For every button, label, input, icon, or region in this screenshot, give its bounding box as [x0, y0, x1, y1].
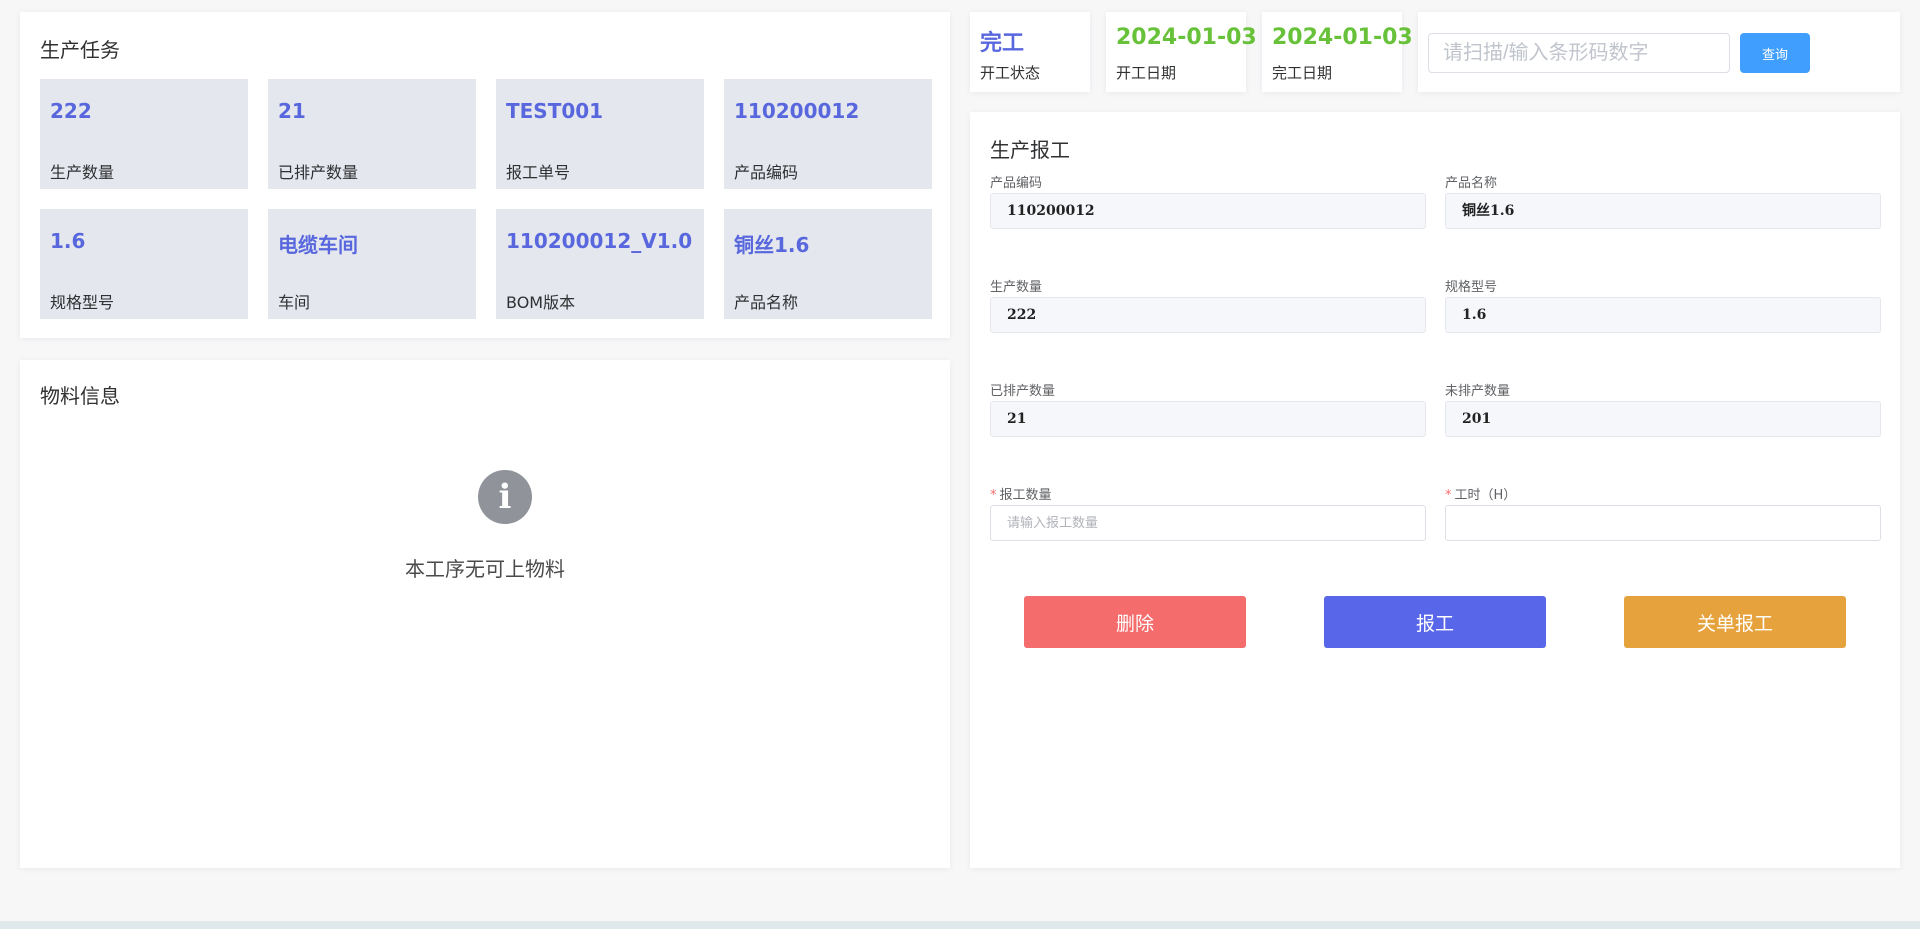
report-button[interactable]: 报工	[1324, 596, 1546, 648]
bottom-strip	[0, 921, 1920, 929]
task-card-product-name: 铜丝1.6 产品名称	[724, 209, 932, 319]
task-panel-title: 生产任务	[40, 38, 120, 62]
required-mark: *	[990, 488, 997, 503]
task-card-label: 规格型号	[50, 293, 115, 312]
empty-state-text: 本工序无可上物料	[405, 557, 565, 581]
work-hours-label-text: 工时（H）	[1454, 488, 1517, 503]
end-date-label: 完工日期	[1272, 64, 1333, 82]
delete-button[interactable]: 删除	[1024, 596, 1246, 648]
task-card-label: 产品编码	[734, 163, 799, 182]
work-status-label: 开工状态	[980, 64, 1041, 82]
end-date-value: 2024-01-03	[1272, 25, 1413, 50]
material-panel-title: 物料信息	[40, 384, 120, 408]
task-card-report-number: TEST001 报工单号	[496, 79, 704, 189]
task-card-value: 电缆车间	[278, 233, 358, 257]
task-card-workshop: 电缆车间 车间	[268, 209, 476, 319]
required-mark: *	[1445, 488, 1452, 503]
task-card-spec: 1.6 规格型号	[40, 209, 248, 319]
task-card-grid: 222 生产数量 21 已排产数量 TEST001 报工单号 110200012…	[40, 79, 932, 319]
start-date-card: 2024-01-03 开工日期	[1106, 12, 1257, 92]
start-date-label: 开工日期	[1116, 64, 1177, 82]
work-status-card: 完工 开工状态	[970, 12, 1090, 92]
task-card-label: 产品名称	[734, 293, 799, 312]
task-card-value: TEST001	[506, 99, 604, 123]
work-hours-input[interactable]	[1445, 505, 1881, 541]
production-quantity-label: 生产数量	[990, 280, 1043, 295]
barcode-search-panel: 查询	[1418, 12, 1900, 92]
task-card-label: BOM版本	[506, 293, 576, 312]
task-card-value: 222	[50, 99, 92, 123]
start-date-value: 2024-01-03	[1116, 25, 1257, 50]
task-card-product-code: 110200012 产品编码	[724, 79, 932, 189]
scheduled-quantity-field: 21	[990, 401, 1426, 437]
product-name-field: 铜丝1.6	[1445, 193, 1881, 229]
task-card-value: 铜丝1.6	[734, 233, 810, 257]
report-quantity-label-text: 报工数量	[999, 488, 1052, 503]
end-date-card: 2024-01-03 完工日期	[1262, 12, 1413, 92]
task-card-scheduled: 21 已排产数量	[268, 79, 476, 189]
material-info-panel: 物料信息 i 本工序无可上物料	[20, 360, 950, 868]
task-card-label: 报工单号	[506, 163, 571, 182]
task-card-quantity: 222 生产数量	[40, 79, 248, 189]
report-panel-title: 生产报工	[990, 138, 1070, 162]
work-hours-label: * 工时（H）	[1445, 484, 1516, 503]
production-report-panel: 生产报工 产品编码 110200012 产品名称 铜丝1.6 生产数量 222 …	[970, 112, 1900, 868]
spec-label: 规格型号	[1445, 280, 1498, 295]
scheduled-quantity-label: 已排产数量	[990, 384, 1056, 399]
product-code-label: 产品编码	[990, 176, 1043, 191]
task-card-value: 110200012_V1.0	[506, 229, 693, 253]
production-quantity-field: 222	[990, 297, 1426, 333]
task-card-label: 已排产数量	[278, 163, 359, 182]
task-card-bom-version: 110200012_V1.0 BOM版本	[496, 209, 704, 319]
work-status-value: 完工	[980, 31, 1025, 56]
barcode-search-input[interactable]	[1428, 33, 1730, 73]
task-card-label: 生产数量	[50, 163, 115, 182]
spec-field: 1.6	[1445, 297, 1881, 333]
task-card-value: 1.6	[50, 229, 86, 253]
unscheduled-quantity-label: 未排产数量	[1445, 384, 1511, 399]
report-quantity-label: * 报工数量	[990, 484, 1052, 503]
task-card-value: 21	[278, 99, 306, 123]
production-task-panel: 生产任务 222 生产数量 21 已排产数量 TEST001 报工单号 1102…	[20, 12, 950, 338]
unscheduled-quantity-field: 201	[1445, 401, 1881, 437]
query-button[interactable]: 查询	[1740, 33, 1810, 73]
task-card-label: 车间	[278, 293, 311, 312]
product-code-field: 110200012	[990, 193, 1426, 229]
task-card-value: 110200012	[734, 99, 860, 123]
close-and-report-button[interactable]: 关单报工	[1624, 596, 1846, 648]
info-icon: i	[478, 470, 532, 524]
product-name-label: 产品名称	[1445, 176, 1498, 191]
report-quantity-input[interactable]	[990, 505, 1426, 541]
